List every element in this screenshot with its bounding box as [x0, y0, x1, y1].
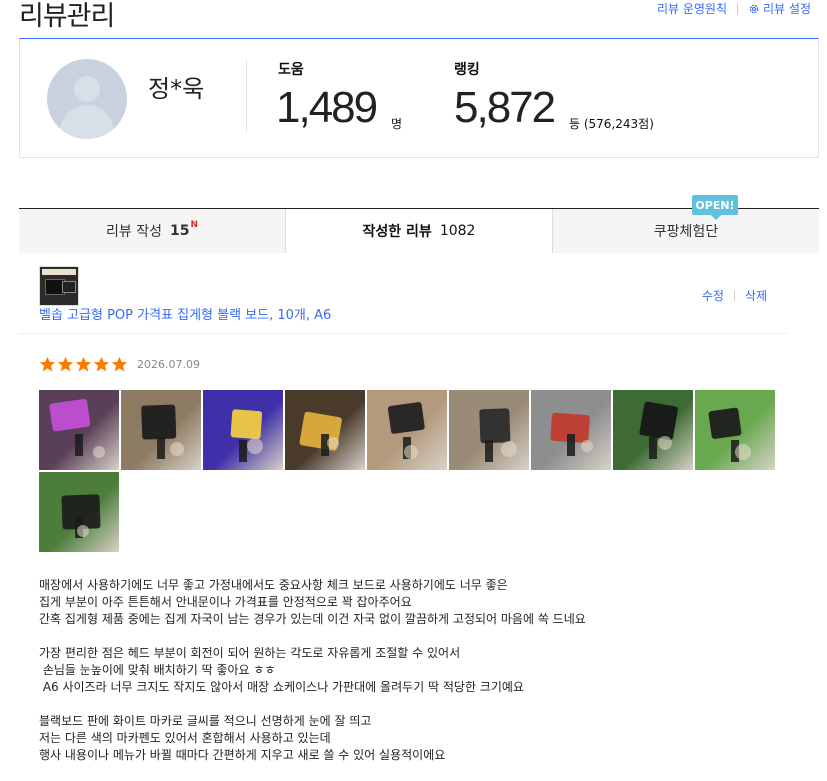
- photo-board-markers[interactable]: [285, 390, 365, 470]
- ranking-label: 랭킹: [454, 62, 480, 78]
- delete-button[interactable]: 삭제: [745, 287, 767, 304]
- star-rating: [39, 356, 129, 373]
- page-title: 리뷰관리: [19, 1, 115, 32]
- photo-board-black-hand[interactable]: [613, 390, 693, 470]
- review-settings-label: 리뷰 설정: [763, 2, 811, 16]
- edit-button[interactable]: 수정: [702, 287, 724, 304]
- star-icon: [93, 356, 110, 372]
- review-line: 블랙보드 판에 화이트 마카로 글씨를 적으니 선명하게 눈에 잘 띄고: [39, 714, 372, 728]
- review-text: 매장에서 사용하기에도 너무 좋고 가정내에서도 중요사항 체크 보드로 사용하…: [39, 577, 586, 764]
- profile-summary: 정*욱 도움 1,489 명 랭킹 5,872 등 (576,243점): [19, 38, 819, 158]
- header-links: 리뷰 운영원칙 리뷰 설정: [657, 0, 811, 17]
- review-policy-link[interactable]: 리뷰 운영원칙: [657, 0, 727, 17]
- photo-clips-bundle[interactable]: [531, 390, 611, 470]
- gear-icon: [749, 4, 759, 13]
- new-badge: N: [190, 220, 198, 230]
- review-line: 간혹 집게형 제품 중에는 집게 자국이 남는 경우가 있는데 이건 자국 없이…: [39, 612, 586, 626]
- tab-write-review[interactable]: 리뷰 작성 15 N: [19, 209, 286, 253]
- review-date: 2026.07.09: [137, 358, 200, 371]
- help-value: 1,489: [276, 83, 378, 132]
- review-line: 집게 부분이 아주 튼튼해서 안내문이나 가격표를 안정적으로 꽉 잡아주어요: [39, 595, 412, 609]
- review-line: 손님들 눈높이에 맞춰 배치하기 딱 좋아요 ㅎㅎ: [39, 663, 276, 677]
- avatar: [47, 59, 127, 139]
- review-line: 저는 다른 색의 마카펜도 있어서 혼합해서 사용하고 있는데: [39, 731, 331, 745]
- review-settings-link[interactable]: 리뷰 설정: [748, 0, 811, 17]
- photo-board-text-clip[interactable]: [367, 390, 447, 470]
- review-line: A6 사이즈라 너무 크지도 작지도 않아서 매장 쇼케이스나 가판대에 올려두…: [39, 680, 524, 694]
- review-actions: 수정 삭제: [702, 287, 767, 304]
- ranking-unit: 등 (576,243점): [569, 117, 654, 131]
- action-divider: [733, 290, 735, 301]
- review-line: 행사 내용이나 메뉴가 바뀔 때마다 간편하게 지우고 새로 쓸 수 있어 실용…: [39, 748, 446, 762]
- photo-neon-board-purple[interactable]: [39, 390, 119, 470]
- tab-experience-group[interactable]: 쿠팡체험단: [553, 209, 819, 253]
- profile-divider: [246, 59, 247, 133]
- star-icon: [39, 356, 56, 372]
- open-badge: OPEN!: [692, 195, 738, 220]
- photo-board-side-grass[interactable]: [695, 390, 775, 470]
- product-thumbnail[interactable]: [39, 266, 79, 306]
- photo-board-hand-chalk[interactable]: [121, 390, 201, 470]
- tab-write-review-label: 리뷰 작성: [105, 224, 162, 240]
- photo-boards-parts-grass[interactable]: [39, 472, 119, 552]
- rating-row: 2026.07.09: [39, 356, 200, 373]
- ranking-value: 5,872: [454, 83, 556, 132]
- star-icon: [111, 356, 128, 372]
- link-divider: [737, 2, 739, 15]
- help-label: 도움: [278, 62, 304, 78]
- review-line: 가장 편리한 점은 헤드 부분이 회전이 되어 원하는 각도로 자유롭게 조절할…: [39, 646, 461, 660]
- review-line: 매장에서 사용하기에도 너무 좋고 가정내에서도 중요사항 체크 보드로 사용하…: [39, 578, 508, 592]
- tab-written-reviews-count: 1082: [439, 223, 476, 239]
- star-icon: [75, 356, 92, 372]
- review-product-row: 벨솝 고급형 POP 가격표 집게형 블랙 보드, 10개, A6 수정 삭제: [19, 262, 787, 334]
- photo-clip-hand-cloth[interactable]: [449, 390, 529, 470]
- help-unit: 명: [391, 117, 403, 131]
- photo-board-neon-blue[interactable]: [203, 390, 283, 470]
- product-name-link[interactable]: 벨솝 고급형 POP 가격표 집게형 블랙 보드, 10개, A6: [39, 304, 331, 323]
- tab-experience-group-label: 쿠팡체험단: [653, 224, 719, 240]
- tab-write-review-count: 15: [169, 223, 190, 239]
- tab-written-reviews-label: 작성한 리뷰: [362, 224, 432, 240]
- tab-written-reviews[interactable]: 작성한 리뷰 1082: [286, 209, 553, 253]
- user-name: 정*욱: [148, 75, 205, 103]
- star-icon: [57, 356, 74, 372]
